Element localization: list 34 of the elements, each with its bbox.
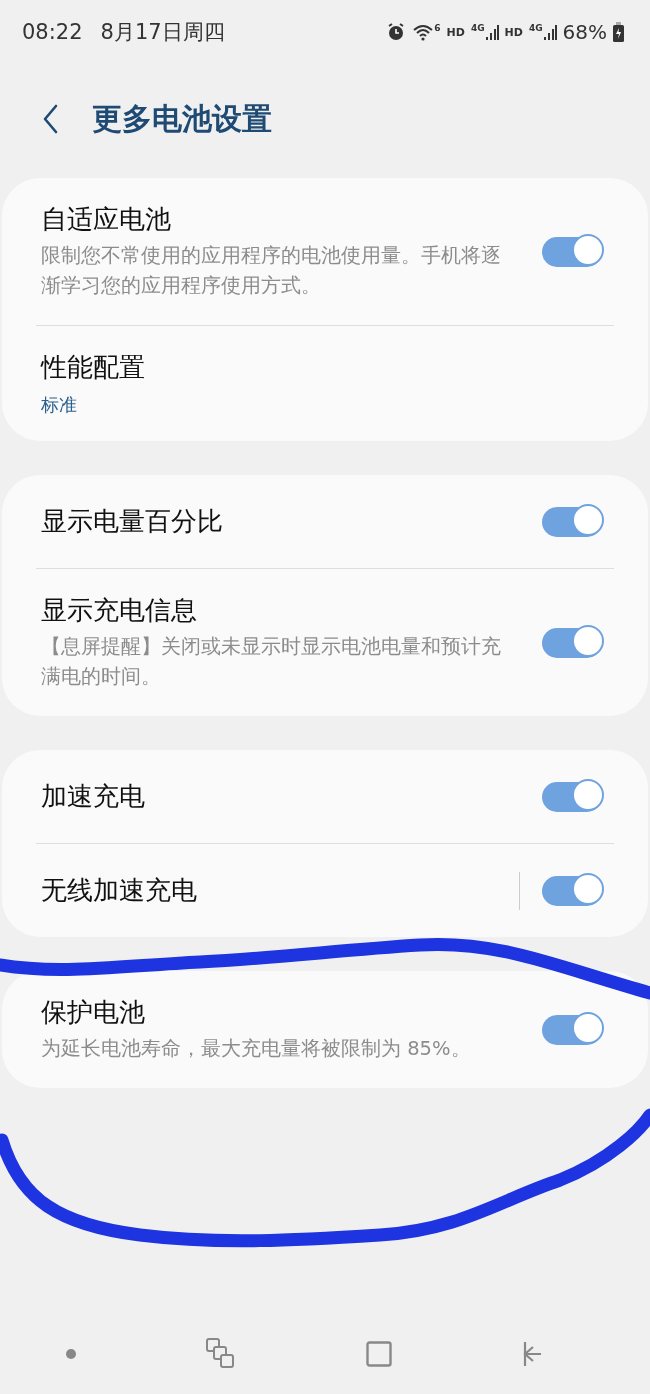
settings-row[interactable]: 保护电池 为延长电池寿命，最大充电量将被限制为 85%。 (2, 971, 648, 1088)
battery-charging-icon (613, 22, 624, 42)
toggle-switch[interactable] (542, 781, 602, 812)
settings-row[interactable]: 无线加速充电 (2, 844, 648, 937)
settings-row[interactable]: 加速充电 (2, 750, 648, 843)
page-title: 更多电池设置 (92, 99, 272, 138)
hd-label: HD (446, 25, 465, 39)
settings-row[interactable]: 显示充电信息 【息屏提醒】关闭或未显示时显示电池电量和预计充满电的时间。 (2, 569, 648, 716)
home-button[interactable] (365, 1341, 392, 1367)
keyboard-dot-button[interactable] (64, 1348, 77, 1360)
setting-description: 为延长电池寿命，最大充电量将被限制为 85%。 (41, 1036, 472, 1062)
setting-title: 保护电池 (41, 996, 146, 1029)
status-time: 08:22 (22, 20, 83, 44)
setting-description: 限制您不常使用的应用程序的电池使用量。手机将逐渐学习您的应用程序使用方式。 (41, 243, 502, 299)
battery-percent: 68% (562, 20, 607, 44)
setting-value: 标准 (41, 393, 78, 417)
setting-title: 显示充电信息 (41, 594, 198, 627)
setting-title: 加速充电 (41, 780, 146, 813)
settings-row[interactable]: 显示电量百分比 (2, 475, 648, 568)
status-date: 8月17日周四 (100, 19, 225, 46)
hd-label: HD (504, 25, 523, 39)
setting-title: 显示电量百分比 (41, 505, 224, 538)
settings-row[interactable]: 性能配置 标准 (2, 326, 648, 441)
toggle-switch[interactable] (542, 506, 602, 537)
settings-row[interactable]: 自适应电池 限制您不常使用的应用程序的电池使用量。手机将逐渐学习您的应用程序使用方式。 (2, 178, 648, 325)
recents-button[interactable] (206, 1338, 237, 1370)
setting-title: 自适应电池 (41, 203, 172, 236)
setting-title: 无线加速充电 (41, 874, 198, 907)
toggle-switch[interactable] (542, 1014, 602, 1045)
toggle-switch[interactable] (542, 875, 602, 906)
toggle-switch[interactable] (542, 627, 602, 658)
setting-description: 【息屏提醒】关闭或未显示时显示电池电量和预计充满电的时间。 (41, 634, 502, 690)
toggle-switch[interactable] (542, 236, 602, 267)
setting-title: 性能配置 (41, 351, 146, 384)
